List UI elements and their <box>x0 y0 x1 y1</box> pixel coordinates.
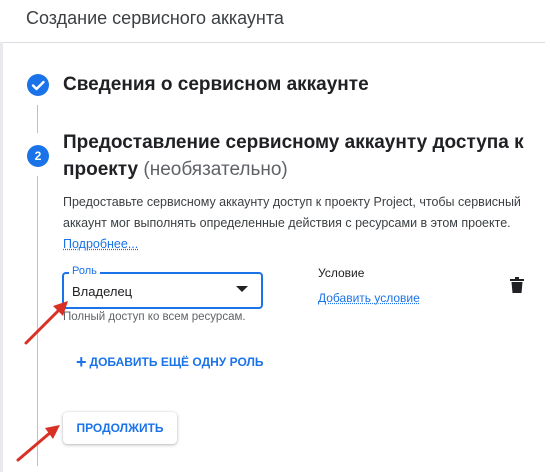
check-icon <box>27 74 49 96</box>
chevron-down-icon[interactable] <box>236 286 248 292</box>
continue-button[interactable]: ПРОДОЛЖИТЬ <box>63 412 177 444</box>
step2-title: Предоставление сервисному аккаунту досту… <box>63 129 538 183</box>
learn-more-link[interactable]: Подробнее... <box>63 237 138 251</box>
step1-title[interactable]: Сведения о сервисном аккаунте <box>63 74 369 96</box>
condition-title: Условие <box>318 266 365 280</box>
role-field-label: Роль <box>69 264 100 278</box>
trash-icon[interactable] <box>510 277 524 293</box>
plus-icon: + <box>76 352 87 372</box>
step2-description: Предоставьте сервисному аккаунту доступ … <box>63 192 533 255</box>
left-edge-divider <box>0 42 3 472</box>
add-condition-link[interactable]: Добавить условие <box>318 291 420 305</box>
page-header: Создание сервисного аккаунта <box>0 0 545 43</box>
annotation-arrow-icon <box>16 425 60 462</box>
step2-title-text: Предоставление сервисному аккаунту досту… <box>63 132 524 180</box>
add-role-label: ДОБАВИТЬ ЕЩЁ ОДНУ РОЛЬ <box>89 355 264 369</box>
step-connector <box>37 105 38 133</box>
step2-number-badge: 2 <box>27 145 49 167</box>
role-hint-text: Полный доступ ко всем ресурсам. <box>63 311 246 323</box>
description-text: Предоставьте сервисному аккаунту доступ … <box>63 195 521 230</box>
role-select-value[interactable]: Владелец <box>72 284 132 299</box>
annotation-arrow-icon <box>24 301 68 345</box>
optional-label: (необязательно) <box>143 159 288 180</box>
page-title: Создание сервисного аккаунта <box>26 8 284 28</box>
add-role-button[interactable]: + ДОБАВИТЬ ЕЩЁ ОДНУ РОЛЬ <box>76 352 264 373</box>
